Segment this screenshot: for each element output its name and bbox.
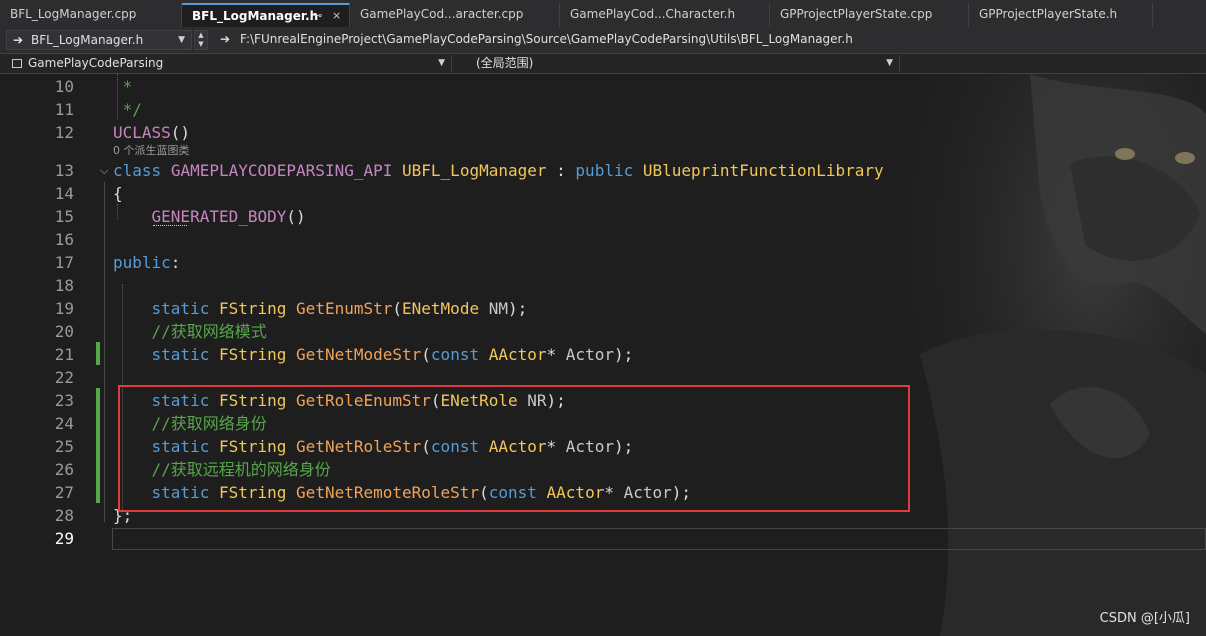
code-line-20[interactable]: //获取网络模式 [113,320,267,343]
arrow-right-icon: ➔ [220,32,231,46]
file-selector-dropdown[interactable]: ➔ BFL_LogManager.h ▼ [6,30,192,50]
line-number: 22 [54,368,74,387]
arrow-right-icon: ➔ [13,33,24,47]
code-line-13[interactable]: class GAMEPLAYCODEPARSING_API UBFL_LogMa… [113,159,884,182]
tab-bfl-logmanager-h[interactable]: BFL_LogManager.h ⊸ × [182,3,350,27]
code-line-12[interactable]: UCLASS() [113,121,190,144]
annotation-highlight-box [118,385,910,512]
line-number: 25 [54,437,74,456]
global-scope-value: (全局范围) [476,56,534,70]
line-number: 13 [54,161,74,180]
chevron-down-icon: ▼ [438,58,445,68]
code-line-17[interactable]: public: [113,251,180,274]
line-number: 10 [54,77,74,96]
global-scope-dropdown[interactable]: (全局范围) ▼ [452,55,900,72]
code-line-19[interactable]: static FString GetEnumStr(ENetMode NM); [113,297,528,320]
change-marker [96,342,100,365]
line-number: 27 [54,483,74,502]
chevron-down-icon: ▼ [886,58,893,68]
project-scope-value: GamePlayCodeParsing [28,56,164,70]
tab-gameplaycode-character-cpp[interactable]: GamePlayCod...aracter.cpp [350,3,560,27]
code-editor[interactable]: ⌵ 10 11 12 13 14 15 16 17 18 19 20 21 22… [0,74,1206,636]
tab-label: BFL_LogManager.cpp [10,7,137,21]
file-selector-value: BFL_LogManager.h [31,33,144,47]
tab-label: GPProjectPlayerState.h [979,7,1118,21]
project-icon [12,59,22,68]
code-line-14[interactable]: { [113,182,123,205]
line-number: 23 [54,391,74,410]
codelens-hint[interactable]: 0 个派生蓝图类 [113,144,190,158]
code-line-11[interactable]: */ [113,98,142,121]
file-spin-buttons[interactable]: ▲ ▼ [194,30,208,50]
tab-bfl-logmanager-cpp[interactable]: BFL_LogManager.cpp [0,3,182,27]
chevron-down-icon: ▼ [178,35,185,45]
macro-squiggle [153,225,187,226]
line-number: 26 [54,460,74,479]
line-number: 18 [54,276,74,295]
line-number: 28 [54,506,74,525]
line-number: 19 [54,299,74,318]
line-number: 24 [54,414,74,433]
file-path-display: ➔ F:\FUnrealEngineProject\GamePlayCodePa… [216,30,1206,50]
fold-toggle-icon[interactable]: ⌵ [100,164,108,178]
line-number: 20 [54,322,74,341]
code-line-15[interactable]: GENERATED_BODY() [113,205,306,228]
navigation-bar: ➔ BFL_LogManager.h ▼ ▲ ▼ ➔ F:\FUnrealEngi… [0,27,1206,54]
line-number: 17 [54,253,74,272]
tab-label: GamePlayCod...Character.h [570,7,736,21]
line-number: 12 [54,123,74,142]
csdn-watermark: CSDN @[小瓜] [1099,611,1190,626]
scope-bar: GamePlayCodeParsing ▼ (全局范围) ▼ [0,54,1206,74]
tab-gameplaycode-character-h[interactable]: GamePlayCod...Character.h [560,3,770,27]
code-line-21[interactable]: static FString GetNetModeStr(const AActo… [113,343,634,366]
tab-label: BFL_LogManager.h [192,9,319,23]
tab-gpprojectplayerstate-h[interactable]: GPProjectPlayerState.h [969,3,1153,27]
line-number: 21 [54,345,74,364]
project-scope-dropdown[interactable]: GamePlayCodeParsing ▼ [6,55,452,72]
line-number: 14 [54,184,74,203]
comment-get-net-mode: //获取网络模式 [151,322,267,341]
code-line-10[interactable]: * [113,75,133,98]
line-number: 11 [54,100,74,119]
tab-label: GamePlayCod...aracter.cpp [360,7,524,21]
tab-label: GPProjectPlayerState.cpp [780,7,933,21]
line-number-current: 29 [54,529,74,548]
background-artwork-image [880,74,1206,636]
line-number: 16 [54,230,74,249]
tab-gpprojectplayerstate-cpp[interactable]: GPProjectPlayerState.cpp [770,3,969,27]
document-tab-bar: BFL_LogManager.cpp BFL_LogManager.h ⊸ × … [0,0,1206,27]
current-line-highlight [112,528,1206,550]
change-marker [96,388,100,503]
line-number: 15 [54,207,74,226]
close-icon[interactable]: × [332,5,341,27]
file-path-text: F:\FUnrealEngineProject\GamePlayCodePars… [240,32,853,46]
pin-icon[interactable]: ⊸ [313,5,322,27]
fold-guide [104,182,105,522]
